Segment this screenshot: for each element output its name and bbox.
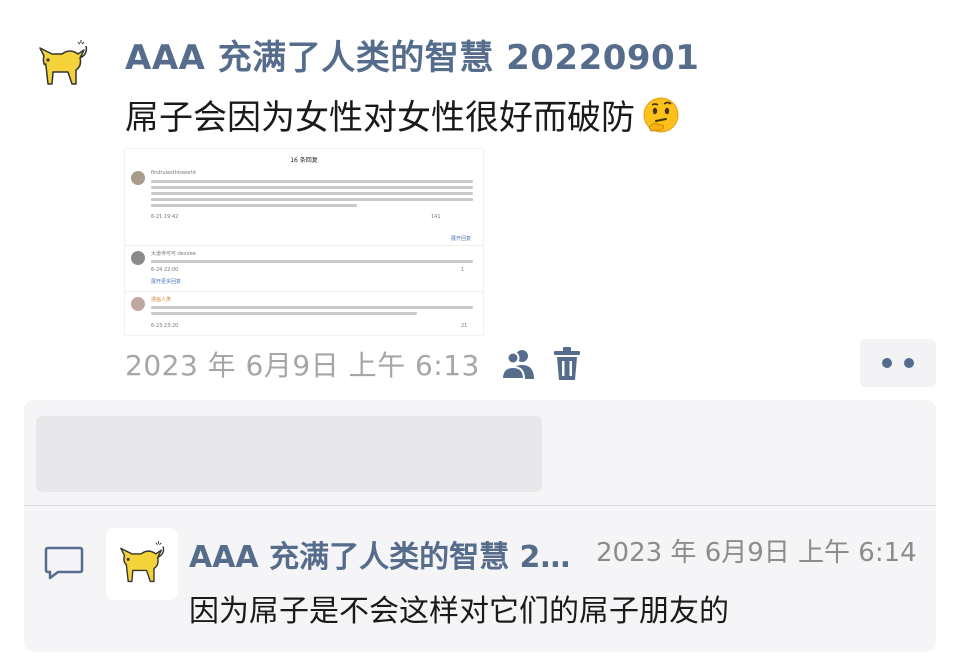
image-comment-1: findrulesthisworld 6-21 19:42 141 [131, 169, 477, 229]
post-text: 屌子会因为女性对女性很好而破防 [125, 98, 635, 138]
image-comment-3: 漫画人类 6-23 23:20 21 [131, 295, 477, 335]
image-likes: 141 [431, 214, 441, 220]
comment-text[interactable]: 因为屌子是不会这样对它们的屌子朋友的 [189, 586, 729, 630]
image-username: 大道寺可可 desiree [151, 251, 196, 257]
likes-placeholder [36, 416, 542, 492]
trash-icon[interactable] [552, 347, 582, 381]
image-time: 6-23 23:20 [151, 323, 179, 329]
comment-timestamp: 2023 年 6月9日 上午 6:14 [596, 538, 917, 568]
image-avatar [131, 171, 145, 185]
cat-avatar-icon [120, 541, 165, 583]
image-more-replies: 展开更多回复 [151, 279, 182, 285]
thinking-face-emoji-icon [643, 97, 679, 132]
image-avatar [131, 251, 145, 265]
image-time: 6-21 19:42 [151, 214, 179, 220]
comment-bubble-icon [44, 546, 84, 580]
image-comment-2: 大道寺可可 desiree 6-24 22:00 1 展开更多回复 [131, 249, 477, 293]
image-header: 16 条回复 [290, 157, 318, 164]
commenter-avatar[interactable] [106, 528, 178, 600]
more-dot [882, 358, 892, 368]
image-likes: 21 [461, 323, 468, 329]
divider [24, 505, 936, 506]
attached-image[interactable]: 16 条回复 findrulesthisworld 6-21 19:42 141… [124, 148, 484, 336]
post-body: 屌子会因为女性对女性很好而破防 [125, 90, 681, 139]
image-username: 漫画人类 [151, 297, 172, 303]
comment-panel: AAA 充满了人类的智慧 20220901 2023 年 6月9日 上午 6:1… [24, 400, 936, 652]
post-author-name[interactable]: AAA 充满了人类的智慧 20220901 [125, 30, 699, 79]
image-likes: 1 [461, 267, 465, 273]
commenter-name[interactable]: AAA 充满了人类的智慧 20220901 [189, 532, 581, 576]
author-avatar[interactable] [34, 40, 92, 90]
more-button[interactable] [860, 339, 936, 387]
image-time: 6-24 22:00 [151, 267, 179, 273]
image-avatar [131, 297, 145, 311]
users-icon[interactable] [500, 347, 538, 381]
image-expand-row: 展开回复 [131, 235, 477, 245]
image-expand: 展开回复 [451, 236, 472, 242]
post-meta: 2023 年 6月9日 上午 6:13 [125, 344, 582, 384]
image-username: findrulesthisworld [151, 170, 196, 176]
post-timestamp: 2023 年 6月9日 上午 6:13 [125, 349, 480, 382]
more-dot [904, 358, 914, 368]
